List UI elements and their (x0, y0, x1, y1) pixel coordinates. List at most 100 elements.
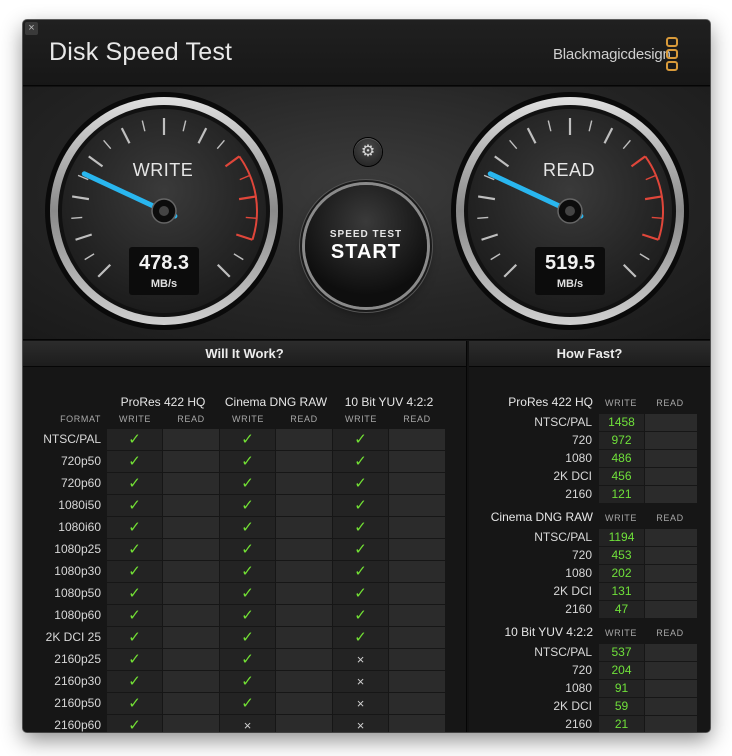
format-column-header: FORMAT (60, 414, 101, 424)
start-button[interactable]: SPEED TEST START (305, 185, 427, 307)
format-label: 720p50 (60, 454, 101, 468)
read-cell (276, 583, 332, 604)
read-fps-cell (645, 414, 697, 431)
write-fps-value: 204 (599, 662, 644, 679)
format-label: 1080p50 (54, 586, 101, 600)
brand-name: Blackmagicdesign (553, 46, 671, 63)
format-label: NTSC/PAL (43, 432, 101, 446)
check-icon: ✓ (333, 561, 388, 582)
write-fps-value: 1194 (599, 529, 644, 546)
read-cell (389, 495, 445, 516)
read-cell (276, 473, 332, 494)
read-readout: 519.5 MB/s (535, 247, 605, 295)
codec-header: Cinema DNG RAW (490, 510, 593, 524)
resolution-label: NTSC/PAL (534, 415, 592, 429)
cross-icon: × (220, 715, 275, 732)
check-icon: ✓ (220, 517, 275, 538)
write-speed-value: 478.3 (138, 252, 190, 274)
codec-header: ProRes 422 HQ (120, 395, 206, 409)
read-cell (163, 517, 219, 538)
read-fps-cell (645, 680, 697, 697)
format-label: 2160p25 (54, 652, 101, 666)
read-column-header: READ (403, 414, 431, 424)
write-fps-value: 91 (599, 680, 644, 697)
read-cell (163, 451, 219, 472)
write-fps-value: 486 (599, 450, 644, 467)
read-fps-cell (645, 547, 697, 564)
write-fps-value: 47 (599, 601, 644, 618)
check-icon: ✓ (107, 539, 162, 560)
read-fps-cell (645, 698, 697, 715)
read-cell (276, 605, 332, 626)
write-column-header: WRITE (119, 414, 151, 424)
check-icon: ✓ (107, 649, 162, 670)
read-cell (389, 473, 445, 494)
read-gauge-label: READ (542, 160, 595, 180)
read-cell (276, 517, 332, 538)
read-cell (389, 715, 445, 732)
write-fps-value: 121 (599, 486, 644, 503)
read-cell (389, 627, 445, 648)
write-column-header: WRITE (345, 414, 377, 424)
resolution-label: 1080 (565, 681, 592, 695)
read-fps-cell (645, 529, 697, 546)
check-icon: ✓ (107, 627, 162, 648)
write-fps-value: 59 (599, 698, 644, 715)
gauge-tick (651, 216, 663, 219)
codec-header: Cinema DNG RAW (224, 395, 328, 409)
check-icon: ✓ (107, 715, 162, 732)
resolution-label: 720 (571, 433, 592, 447)
read-fps-cell (645, 662, 697, 679)
read-cell (389, 429, 445, 450)
resolution-label: NTSC/PAL (534, 530, 592, 544)
read-column-header: READ (177, 414, 205, 424)
resolution-label: 2K DCI (553, 699, 592, 713)
read-cell (163, 539, 219, 560)
cross-icon: × (333, 649, 388, 670)
write-fps-value: 131 (599, 583, 644, 600)
resolution-label: 2160 (565, 487, 592, 501)
codec-header: 10 Bit YUV 4:2:2 (344, 395, 434, 409)
write-column-header: WRITE (605, 513, 637, 523)
check-icon: ✓ (107, 671, 162, 692)
resolution-label: 720 (571, 548, 592, 562)
read-cell (389, 605, 445, 626)
format-label: 1080i60 (58, 520, 101, 534)
check-icon: ✓ (333, 451, 388, 472)
write-fps-value: 456 (599, 468, 644, 485)
check-icon: ✓ (220, 473, 275, 494)
read-fps-cell (645, 486, 697, 503)
check-icon: ✓ (333, 517, 388, 538)
read-column-header: READ (656, 398, 684, 408)
read-cell (276, 649, 332, 670)
settings-button[interactable]: ⚙ (354, 138, 382, 166)
gauge-area: WRITE READ 478.3 MB/s 519.5 MB/s ⚙ SPEED… (23, 87, 710, 340)
read-cell (389, 561, 445, 582)
resolution-label: 2K DCI (553, 469, 592, 483)
write-fps-value: 453 (599, 547, 644, 564)
title-bar: Disk Speed Test Blackmagicdesign (23, 20, 710, 86)
read-speed-unit: MB/s (556, 278, 584, 290)
close-button[interactable]: × (25, 22, 38, 35)
read-cell (163, 715, 219, 732)
read-gauge (451, 92, 689, 330)
read-fps-cell (645, 432, 697, 449)
read-cell (163, 429, 219, 450)
check-icon: ✓ (107, 429, 162, 450)
will-it-work-title: Will It Work? (23, 341, 466, 367)
check-icon: ✓ (107, 473, 162, 494)
format-label: 720p60 (60, 476, 101, 490)
check-icon: ✓ (107, 561, 162, 582)
check-icon: ✓ (220, 671, 275, 692)
resolution-label: NTSC/PAL (534, 645, 592, 659)
read-cell (163, 495, 219, 516)
read-fps-cell (645, 565, 697, 582)
how-fast-panel: How Fast? ProRes 422 HQ WRITE READ NTSC/PAL… (469, 341, 710, 732)
read-fps-cell (645, 468, 697, 485)
check-icon: ✓ (333, 429, 388, 450)
write-fps-value: 1458 (599, 414, 644, 431)
check-icon: ✓ (220, 539, 275, 560)
format-label: 1080i50 (58, 498, 101, 512)
read-cell (163, 473, 219, 494)
read-cell (389, 583, 445, 604)
